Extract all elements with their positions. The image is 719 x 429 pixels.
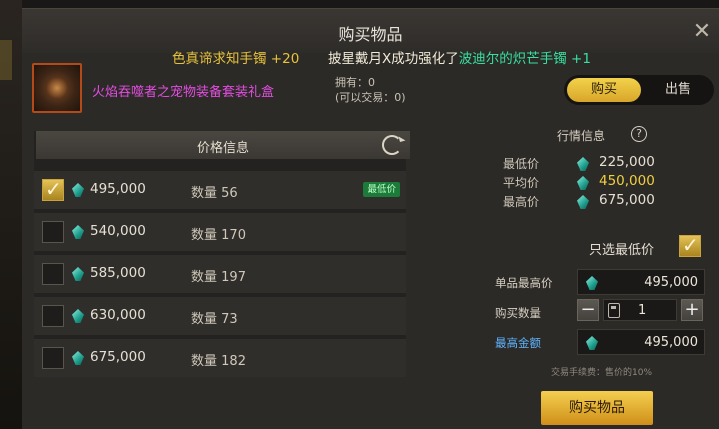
- price-row[interactable]: 495,000 数量 56 最低价: [34, 171, 406, 209]
- item-icon[interactable]: [32, 63, 82, 113]
- item-name: 火焰吞噬者之宠物装备套装礼盒: [92, 85, 275, 100]
- row-checkbox[interactable]: [42, 347, 64, 369]
- qty-label: 数量: [191, 270, 218, 285]
- qty-label: 数量: [191, 186, 218, 201]
- market-avg-value: 450,000: [599, 173, 655, 189]
- background-decoration: [0, 40, 12, 80]
- quantity-input[interactable]: 1: [603, 299, 677, 321]
- row-checkbox[interactable]: [42, 305, 64, 327]
- qty-value: 197: [221, 270, 246, 285]
- price-row[interactable]: 585,000 数量 197: [34, 255, 406, 293]
- qty-value: 170: [221, 228, 246, 243]
- max-total-label: 最高金额: [495, 336, 541, 350]
- market-avg-label: 平均价: [503, 176, 540, 190]
- row-price: 630,000: [90, 307, 146, 323]
- market-max-value: 675,000: [599, 192, 655, 208]
- qty-value: 56: [221, 186, 238, 201]
- gem-icon: [72, 183, 84, 197]
- unit-max-price-field[interactable]: 495,000: [577, 269, 705, 295]
- market-min-value: 225,000: [599, 154, 655, 170]
- market-info-title: 行情信息: [557, 129, 606, 143]
- qty-label: 数量: [191, 312, 218, 327]
- help-icon[interactable]: ?: [631, 126, 647, 142]
- gem-icon: [586, 336, 598, 350]
- price-info-header: 价格信息: [36, 131, 410, 159]
- price-row[interactable]: 675,000 数量 182: [34, 339, 406, 377]
- background-left-edge: [0, 0, 22, 429]
- unit-max-price-label: 单品最高价: [495, 276, 553, 290]
- gem-icon: [577, 176, 589, 190]
- tradable-count: (可以交易：0): [335, 91, 406, 104]
- buy-quantity-label: 购买数量: [495, 306, 541, 320]
- row-quantity: 数量 170: [191, 224, 246, 243]
- lowest-price-badge: 最低价: [363, 182, 400, 197]
- gem-icon: [586, 276, 598, 290]
- qty-label: 数量: [191, 228, 218, 243]
- row-quantity: 数量 197: [191, 266, 246, 285]
- calculator-icon[interactable]: [608, 303, 620, 318]
- price-info-title: 价格信息: [196, 141, 249, 156]
- quantity-value: 1: [638, 303, 647, 318]
- gem-icon: [72, 267, 84, 281]
- row-price: 585,000: [90, 265, 146, 281]
- price-row[interactable]: 630,000 数量 73: [34, 297, 406, 335]
- qty-label: 数量: [191, 354, 218, 369]
- market-max-row: 最高价 675,000: [503, 192, 655, 210]
- price-row[interactable]: 540,000 数量 170: [34, 213, 406, 251]
- buy-item-button[interactable]: 购买物品: [541, 391, 653, 425]
- ticker-prefix: 披星戴月X成功强化了: [328, 51, 459, 67]
- trade-fee-note: 交易手续费：售价的10%: [551, 368, 653, 378]
- gem-icon: [577, 195, 589, 209]
- row-quantity: 数量 182: [191, 350, 246, 369]
- market-avg-row: 平均价 450,000: [503, 173, 655, 191]
- qty-value: 182: [221, 354, 246, 369]
- row-price: 675,000: [90, 349, 146, 365]
- purchase-window: 购买物品 ✕ 色真谛求知手镯 +20 披星戴月X成功强化了波迪尔的炽芒手镯 +1…: [22, 8, 719, 429]
- increase-quantity-button[interactable]: +: [681, 299, 703, 321]
- row-quantity: 数量 56: [191, 182, 238, 201]
- only-lowest-label: 只选最低价: [589, 243, 655, 258]
- row-quantity: 数量 73: [191, 308, 238, 327]
- gem-icon: [577, 157, 589, 171]
- gem-icon: [72, 225, 84, 239]
- unit-max-price-value: 495,000: [644, 275, 698, 290]
- max-total-value: 495,000: [644, 335, 698, 350]
- market-min-row: 最低价 225,000: [503, 154, 655, 172]
- row-checkbox[interactable]: [42, 177, 64, 201]
- only-lowest-checkbox[interactable]: [679, 233, 701, 257]
- row-price: 495,000: [90, 181, 146, 197]
- gem-icon: [72, 351, 84, 365]
- market-min-label: 最低价: [503, 157, 540, 171]
- market-max-label: 最高价: [503, 195, 540, 209]
- gem-icon: [72, 309, 84, 323]
- ownership-info: 拥有：0 (可以交易：0): [335, 75, 406, 105]
- price-info-panel: 价格信息 495,000 数量 56 最低价 540,000 数量 170 58…: [34, 131, 410, 377]
- ticker-message-left: 色真谛求知手镯 +20: [172, 51, 300, 67]
- refresh-icon[interactable]: [382, 135, 402, 155]
- row-price: 540,000: [90, 223, 146, 239]
- purchase-panel: 行情信息 ? 最低价 225,000 平均价 450,000 最高价 675,0…: [447, 9, 719, 429]
- row-checkbox[interactable]: [42, 221, 64, 243]
- quantity-stepper: − 1 +: [577, 299, 705, 325]
- row-checkbox[interactable]: [42, 263, 64, 285]
- max-total-field: 495,000: [577, 329, 705, 355]
- decrease-quantity-button[interactable]: −: [577, 299, 599, 321]
- qty-value: 73: [221, 312, 238, 327]
- own-count: 拥有：0: [335, 76, 375, 89]
